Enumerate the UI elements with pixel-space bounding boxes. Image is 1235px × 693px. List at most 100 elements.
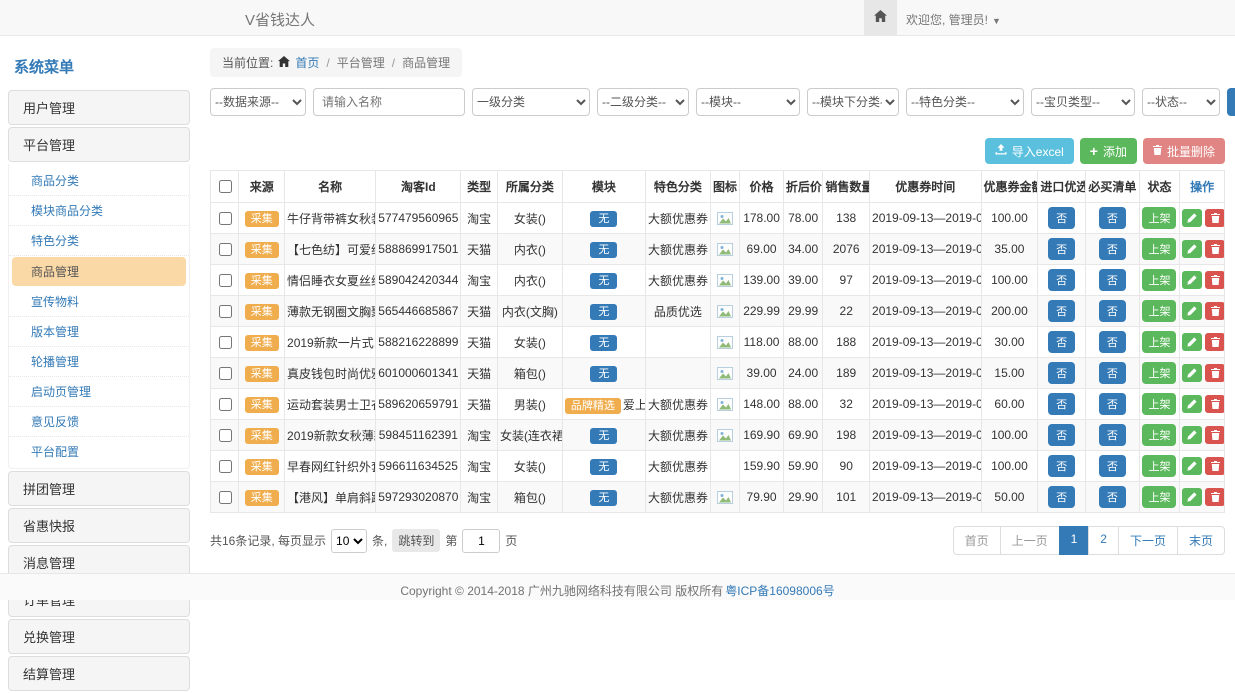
status-button[interactable]: 上架	[1142, 424, 1176, 446]
import-select-toggle[interactable]: 否	[1048, 207, 1075, 229]
icp-link[interactable]: 粤ICP备16098006号	[725, 582, 834, 599]
edit-button[interactable]	[1182, 240, 1202, 258]
breadcrumb-home-link[interactable]: 首页	[295, 54, 319, 71]
add-button[interactable]: + 添加	[1080, 138, 1137, 164]
edit-button[interactable]	[1182, 302, 1202, 320]
search-button[interactable]: 查询	[1227, 88, 1235, 116]
import-select-toggle[interactable]: 否	[1048, 486, 1075, 508]
import-select-toggle[interactable]: 否	[1048, 300, 1075, 322]
batch-delete-button[interactable]: 批量删除	[1143, 138, 1225, 164]
sidebar-item[interactable]: 平台配置	[9, 437, 189, 466]
pager-button[interactable]: 2	[1088, 526, 1119, 555]
sidebar-item[interactable]: 商品分类	[9, 166, 189, 196]
home-button[interactable]	[864, 0, 897, 35]
delete-button[interactable]	[1205, 333, 1224, 351]
import-select-toggle[interactable]: 否	[1048, 362, 1075, 384]
pager-button[interactable]: 1	[1059, 526, 1090, 555]
status-button[interactable]: 上架	[1142, 331, 1176, 353]
must-buy-toggle[interactable]: 否	[1099, 238, 1126, 260]
import-excel-button[interactable]: 导入excel	[985, 138, 1074, 164]
sidebar-item[interactable]: 启动页管理	[9, 377, 189, 407]
filter-select-level2[interactable]: --二级分类--	[597, 88, 689, 116]
sidebar-item[interactable]: 商品管理	[12, 257, 186, 286]
sidebar-item[interactable]: 版本管理	[9, 317, 189, 347]
sidebar-section[interactable]: 拼团管理	[8, 471, 190, 506]
import-select-toggle[interactable]: 否	[1048, 269, 1075, 291]
status-button[interactable]: 上架	[1142, 486, 1176, 508]
filter-select-module[interactable]: --模块--	[696, 88, 800, 116]
row-checkbox[interactable]	[219, 429, 232, 442]
must-buy-toggle[interactable]: 否	[1099, 269, 1126, 291]
sidebar-section[interactable]: 兑换管理	[8, 619, 190, 654]
must-buy-toggle[interactable]: 否	[1099, 362, 1126, 384]
status-button[interactable]: 上架	[1142, 207, 1176, 229]
filter-select-module-sub[interactable]: --模块下分类--	[807, 88, 899, 116]
filter-select-feature[interactable]: --特色分类--	[906, 88, 1024, 116]
edit-button[interactable]	[1182, 333, 1202, 351]
delete-button[interactable]	[1205, 209, 1224, 227]
sidebar-item[interactable]: 轮播管理	[9, 347, 189, 377]
pager-button[interactable]: 下一页	[1118, 526, 1178, 555]
select-all-checkbox[interactable]	[219, 180, 232, 193]
status-button[interactable]: 上架	[1142, 269, 1176, 291]
row-checkbox[interactable]	[219, 367, 232, 380]
sidebar-item[interactable]: 宣传物料	[9, 287, 189, 317]
delete-button[interactable]	[1205, 271, 1224, 289]
must-buy-toggle[interactable]: 否	[1099, 486, 1126, 508]
row-checkbox[interactable]	[219, 274, 232, 287]
must-buy-toggle[interactable]: 否	[1099, 300, 1126, 322]
delete-button[interactable]	[1205, 426, 1224, 444]
sidebar-section[interactable]: 省惠快报	[8, 508, 190, 543]
row-checkbox[interactable]	[219, 212, 232, 225]
filter-select-data-source[interactable]: --数据来源--	[210, 88, 306, 116]
edit-button[interactable]	[1182, 488, 1202, 506]
row-checkbox[interactable]	[219, 398, 232, 411]
filter-select-level1[interactable]: 一级分类	[472, 88, 590, 116]
row-checkbox[interactable]	[219, 305, 232, 318]
must-buy-toggle[interactable]: 否	[1099, 207, 1126, 229]
delete-button[interactable]	[1205, 302, 1224, 320]
row-checkbox[interactable]	[219, 460, 232, 473]
filter-select-item-type[interactable]: --宝贝类型--	[1031, 88, 1135, 116]
sidebar-item[interactable]: 模块商品分类	[9, 196, 189, 226]
delete-button[interactable]	[1205, 488, 1224, 506]
per-page-select[interactable]: 10	[331, 529, 367, 553]
import-select-toggle[interactable]: 否	[1048, 424, 1075, 446]
user-menu[interactable]: 欢迎您, 管理员!▼	[906, 11, 1001, 28]
import-select-toggle[interactable]: 否	[1048, 455, 1075, 477]
import-select-toggle[interactable]: 否	[1048, 331, 1075, 353]
row-checkbox[interactable]	[219, 243, 232, 256]
status-button[interactable]: 上架	[1142, 362, 1176, 384]
sidebar-item[interactable]: 意见反馈	[9, 407, 189, 437]
pager-button[interactable]: 末页	[1177, 526, 1225, 555]
sidebar-item[interactable]: 特色分类	[9, 226, 189, 256]
name-search-input[interactable]	[313, 88, 465, 116]
edit-button[interactable]	[1182, 364, 1202, 382]
row-checkbox[interactable]	[219, 491, 232, 504]
jump-to-button[interactable]: 跳转到	[392, 529, 440, 552]
edit-button[interactable]	[1182, 457, 1202, 475]
must-buy-toggle[interactable]: 否	[1099, 331, 1126, 353]
delete-button[interactable]	[1205, 240, 1224, 258]
edit-button[interactable]	[1182, 426, 1202, 444]
status-button[interactable]: 上架	[1142, 300, 1176, 322]
import-select-toggle[interactable]: 否	[1048, 393, 1075, 415]
sidebar-section[interactable]: 结算管理	[8, 656, 190, 691]
import-select-toggle[interactable]: 否	[1048, 238, 1075, 260]
row-checkbox[interactable]	[219, 336, 232, 349]
sidebar-section[interactable]: 平台管理	[8, 127, 190, 162]
must-buy-toggle[interactable]: 否	[1099, 393, 1126, 415]
page-number-input[interactable]	[462, 529, 500, 553]
delete-button[interactable]	[1205, 364, 1224, 382]
status-button[interactable]: 上架	[1142, 393, 1176, 415]
sidebar-section[interactable]: 用户管理	[8, 90, 190, 125]
must-buy-toggle[interactable]: 否	[1099, 424, 1126, 446]
must-buy-toggle[interactable]: 否	[1099, 455, 1126, 477]
status-button[interactable]: 上架	[1142, 455, 1176, 477]
delete-button[interactable]	[1205, 395, 1224, 413]
edit-button[interactable]	[1182, 395, 1202, 413]
edit-button[interactable]	[1182, 271, 1202, 289]
edit-button[interactable]	[1182, 209, 1202, 227]
delete-button[interactable]	[1205, 457, 1224, 475]
status-button[interactable]: 上架	[1142, 238, 1176, 260]
